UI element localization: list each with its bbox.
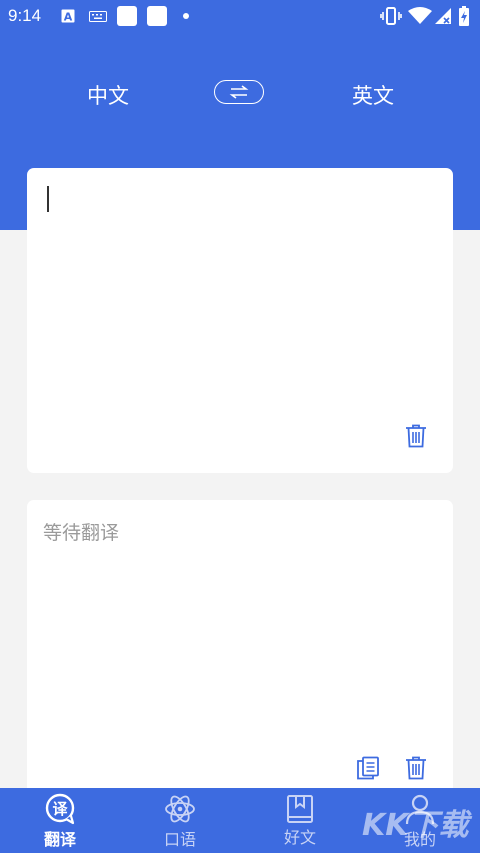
translation-placeholder: 等待翻译 [43, 522, 120, 544]
clear-result-button[interactable] [403, 755, 429, 781]
nav-label-articles: 好文 [283, 828, 316, 847]
trash-icon [406, 756, 426, 780]
atom-icon [165, 795, 195, 823]
notification-square-icon [117, 6, 137, 26]
status-bar: 9:14 A [0, 0, 480, 32]
vibrate-icon [380, 7, 402, 25]
swap-arrows-icon [229, 85, 249, 99]
swap-languages-button[interactable] [214, 80, 264, 104]
target-language-button[interactable]: 英文 [352, 80, 394, 110]
clear-input-button[interactable] [403, 423, 429, 449]
svg-text:A: A [64, 11, 73, 24]
notification-square-icon-2 [147, 6, 167, 26]
nav-item-articles[interactable]: 好文 [240, 788, 360, 853]
copy-icon [357, 756, 379, 780]
nav-label-translate: 翻译 [43, 830, 76, 849]
bookmark-book-icon [287, 795, 313, 823]
more-dot-icon [183, 13, 189, 19]
battery-icon [459, 6, 469, 26]
copy-result-button[interactable] [355, 755, 381, 781]
trash-icon [406, 424, 426, 448]
text-cursor [47, 186, 49, 212]
nav-item-speaking[interactable]: 口语 [120, 788, 240, 853]
translate-bubble-icon: 译 [45, 793, 75, 825]
status-time: 9:14 [8, 6, 42, 25]
svg-text:译: 译 [52, 800, 68, 818]
translation-result-card: 等待翻译 [27, 500, 453, 800]
source-text-card[interactable] [27, 168, 453, 473]
cell-signal-icon [435, 8, 451, 24]
keyboard-icon [89, 11, 107, 22]
nav-label-speaking: 口语 [163, 830, 196, 849]
app-a-icon: A [61, 9, 75, 23]
watermark-logo: KK下载 [362, 808, 469, 843]
source-language-button[interactable]: 中文 [87, 80, 129, 110]
wifi-icon [408, 7, 432, 24]
nav-item-translate[interactable]: 译 翻译 [0, 788, 120, 853]
